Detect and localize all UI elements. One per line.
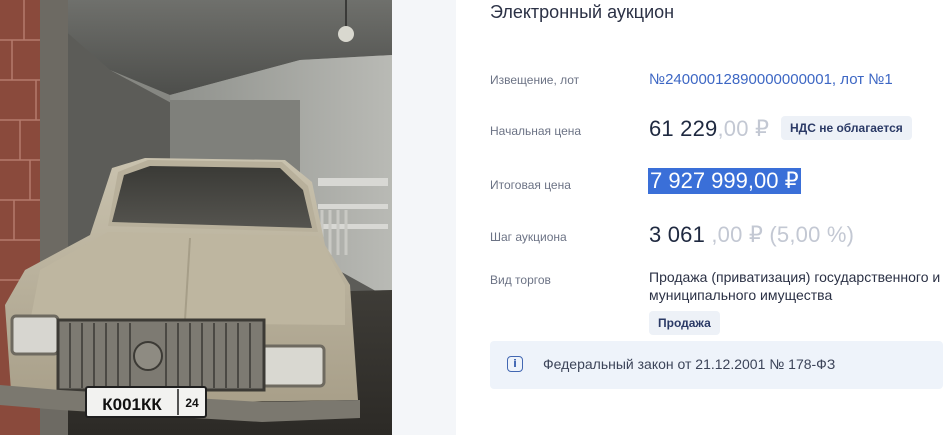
vat-badge: НДС не облагается	[781, 116, 912, 140]
notice-label: Извещение, лот	[490, 73, 580, 87]
lot-photo[interactable]: К001КК 24	[0, 0, 392, 435]
trade-type-badge: Продажа	[649, 311, 720, 335]
final-price-value[interactable]: 7 927 999,00 ₽	[648, 168, 801, 194]
law-notice-text: Федеральный закон от 21.12.2001 № 178-ФЗ	[543, 356, 836, 372]
auction-step-value: 3 061 ,00 ₽ (5,00 %)	[649, 222, 854, 248]
final-price-label: Итоговая цена	[490, 178, 571, 192]
law-notice: i Федеральный закон от 21.12.2001 № 178-…	[490, 341, 943, 389]
auction-step-main: 3 061	[649, 222, 706, 247]
plate-number: К001КК	[102, 395, 162, 414]
trade-type-label: Вид торгов	[490, 273, 551, 287]
auction-type-title: Электронный аукцион	[490, 2, 675, 22]
start-price-main: 61 229	[649, 116, 718, 141]
trade-type-value: Продажа (приватизация) государственного …	[649, 269, 941, 303]
car-photo-illustration: К001КК 24	[0, 0, 392, 435]
auction-step-label: Шаг аукциона	[490, 230, 567, 244]
notice-link[interactable]: №24000012890000000001, лот №1	[649, 71, 893, 88]
info-icon: i	[507, 356, 523, 372]
plate-region: 24	[185, 396, 199, 410]
start-price-cents: ,00 ₽	[717, 116, 770, 141]
start-price-value: 61 229,00 ₽	[649, 116, 769, 142]
start-price-label: Начальная цена	[490, 124, 582, 138]
photo-gutter	[392, 0, 456, 435]
auction-step-rest: ,00 ₽ (5,00 %)	[705, 222, 855, 247]
